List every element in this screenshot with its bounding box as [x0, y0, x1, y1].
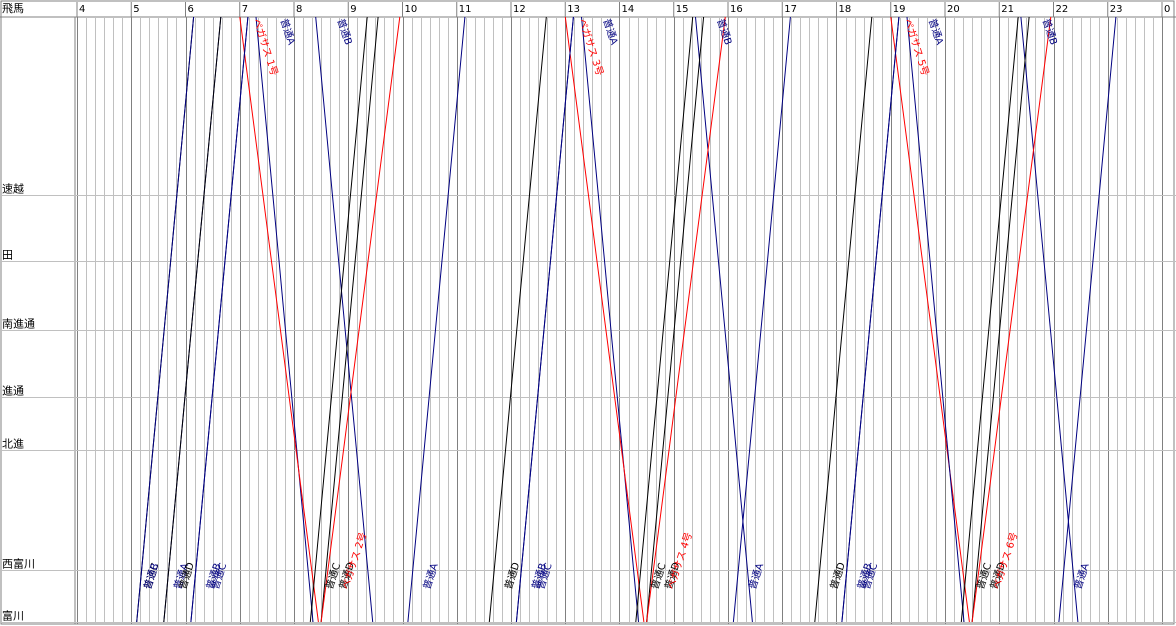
grid-layer: [0, 0, 1176, 625]
train-line: [239, 16, 319, 623]
train-label: ペガサス 4号: [665, 531, 695, 591]
train-label: 普通A: [278, 17, 299, 47]
hour-tick-label: 20: [947, 4, 960, 15]
hour-tick-label: 0: [1164, 4, 1170, 15]
station-label: 北進: [2, 438, 24, 451]
train-diagram: 飛馬速越田南進通進通北進西富川富川 4 5 6 7 8 9 10 11 12 13 14 15 16 17…: [0, 0, 1176, 625]
train-label: 普通A: [1071, 561, 1092, 591]
train-label: 普通B: [335, 17, 356, 47]
train-line: [190, 16, 249, 623]
train-label: ペガサス 5号: [901, 17, 931, 77]
train-label: ペガサス 6号: [991, 531, 1021, 591]
hour-tick-label: 14: [622, 4, 635, 15]
train-line: [1020, 16, 1079, 623]
train-line: [646, 16, 705, 623]
train-line: [841, 16, 900, 623]
train-line: [646, 16, 726, 623]
train-line: [407, 16, 466, 623]
hour-tick-label: 23: [1110, 4, 1123, 15]
train-label: 普通B: [1040, 17, 1061, 47]
hour-tick-label: 5: [133, 4, 139, 15]
train-line: [890, 16, 970, 623]
hour-tick-label: 22: [1056, 4, 1069, 15]
hour-tick-label: 8: [296, 4, 302, 15]
hour-tick-label: 6: [188, 4, 194, 15]
train-label: 普通A: [926, 17, 947, 47]
train-line: [971, 16, 1052, 623]
train-line: [320, 16, 379, 623]
station-label: 富川: [2, 609, 24, 623]
hour-tick-label: 11: [459, 4, 472, 15]
train-line: [814, 16, 873, 623]
train-line: [136, 16, 195, 623]
train-line: [488, 16, 547, 623]
station-label: 西富川: [2, 557, 35, 571]
hour-tick-label: 13: [567, 4, 580, 15]
hour-tick-label: 7: [242, 4, 248, 15]
train-label: 普通A: [420, 561, 441, 591]
station-label: 進通: [2, 385, 24, 398]
station-label: 南進通: [2, 318, 35, 331]
hour-tick-label: 4: [79, 4, 85, 15]
hour-tick-label: 17: [784, 4, 797, 15]
hour-axis: 4 5 6 7 8 9 10 11 12 13 14 15 16 17 18 19 20 21 22 23 0: [76, 2, 1170, 17]
hour-tick-label: 16: [730, 4, 743, 15]
hour-tick-label: 15: [676, 4, 689, 15]
train-line: [315, 16, 374, 623]
train-line: [564, 16, 645, 623]
train-line: [1058, 16, 1117, 623]
train-label: ペガサス 1号: [250, 17, 280, 77]
train-label: 普通A: [746, 561, 767, 591]
station-label: 速越: [2, 182, 24, 196]
hour-tick-label: 18: [839, 4, 852, 15]
train-label: ペガサス 2号: [340, 531, 370, 591]
train-line: [732, 16, 791, 623]
train-line: [255, 16, 314, 623]
hour-tick-label: 9: [350, 4, 356, 15]
train-label: 普通A: [600, 17, 621, 47]
station-label: 田: [2, 249, 13, 262]
train-line: [695, 16, 753, 623]
train-line: [971, 16, 1030, 623]
train-line: [320, 16, 401, 623]
hour-tick-label: 10: [405, 4, 418, 15]
hour-tick-label: 21: [1001, 4, 1014, 15]
station-label: 飛馬: [2, 2, 24, 15]
train-label: 普通B: [714, 17, 735, 47]
train-line: [515, 16, 574, 623]
hour-tick-label: 12: [513, 4, 526, 15]
train-line: [906, 16, 965, 623]
hour-tick-label: 19: [893, 4, 906, 15]
train-lines: [136, 16, 1117, 623]
train-line: [163, 16, 222, 623]
